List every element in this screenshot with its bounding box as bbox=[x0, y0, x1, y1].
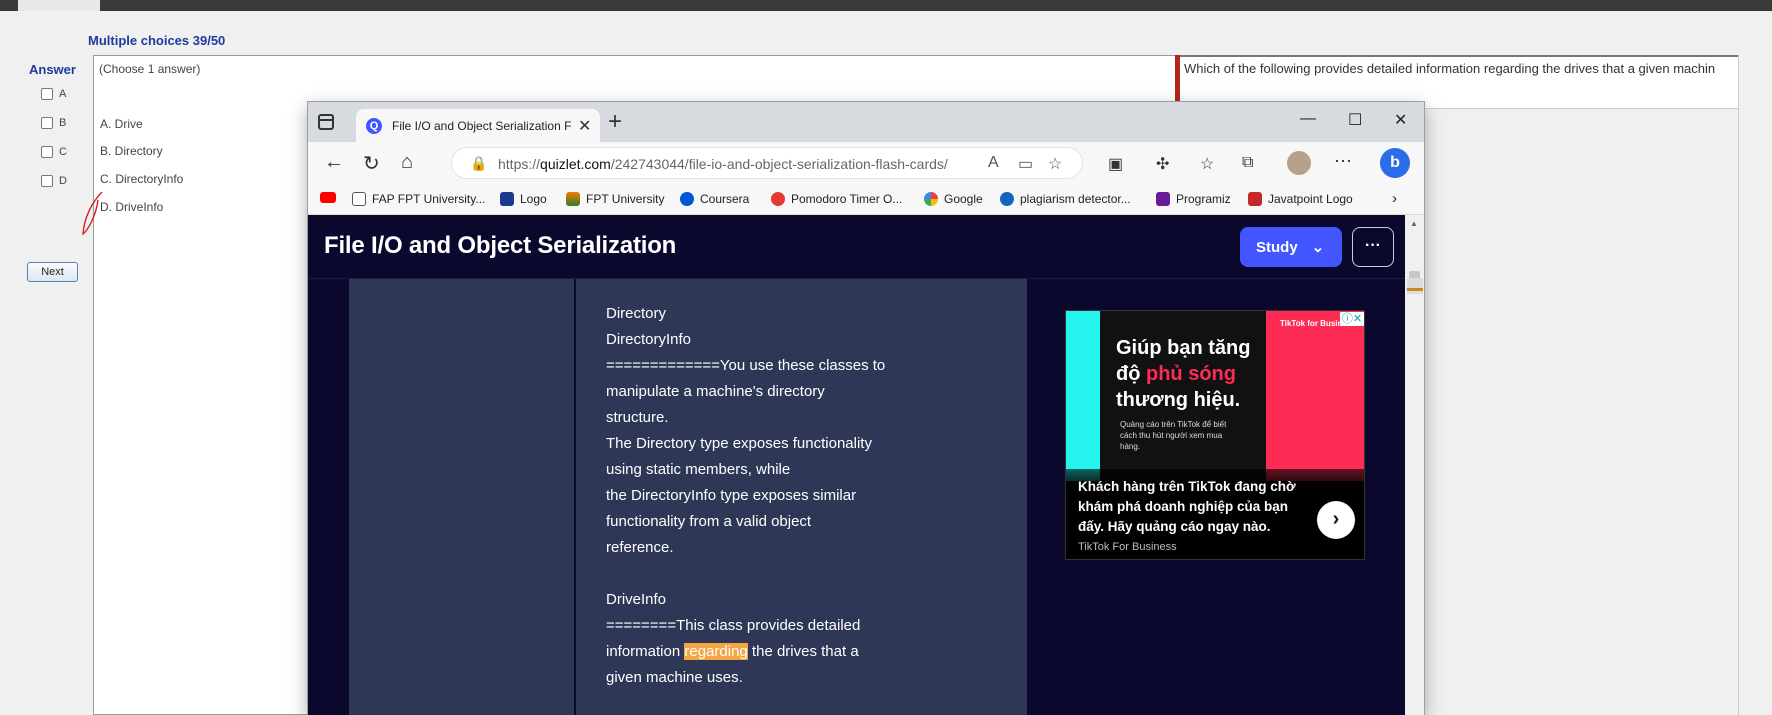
question-text: Which of the following provides detailed… bbox=[1184, 61, 1716, 76]
exam-scroll-thumb[interactable] bbox=[1407, 278, 1423, 294]
set-title: File I/O and Object Serialization bbox=[324, 232, 677, 259]
app-tab[interactable] bbox=[18, 0, 100, 11]
bookmark-javatpoint[interactable]: Javatpoint Logo bbox=[1248, 192, 1353, 206]
home-icon[interactable]: ⌂ bbox=[401, 151, 413, 174]
more-options-icon[interactable]: ⋯ bbox=[1334, 151, 1352, 172]
extension-f-icon[interactable]: ▣ bbox=[1108, 154, 1123, 174]
browser-toolbar: ← ↻ ⌂ 🔒 https://quizlet.com/242743044/fi… bbox=[308, 142, 1424, 184]
ad-subtext: Quảng cáo trên TikTok để biết cách thu h… bbox=[1120, 420, 1227, 451]
pen-annotation-mark bbox=[82, 191, 103, 236]
checkbox-icon[interactable] bbox=[41, 88, 53, 100]
pomodoro-icon bbox=[771, 192, 785, 206]
more-options-button[interactable]: ··· bbox=[1352, 227, 1394, 267]
definition-text: Directory DirectoryInfo =============You… bbox=[606, 305, 886, 686]
bookmarks-overflow-icon[interactable]: › bbox=[1392, 190, 1397, 207]
quizlet-page: File I/O and Object Serialization Study ⌄… bbox=[308, 215, 1424, 715]
url-text[interactable]: https://quizlet.com/242743044/file-io-an… bbox=[498, 156, 948, 172]
extensions-icon[interactable]: ✣ bbox=[1156, 154, 1169, 174]
bookmark-logo[interactable]: Logo bbox=[500, 192, 547, 206]
programiz-icon bbox=[1156, 192, 1170, 206]
question-panel: Which of the following provides detailed… bbox=[1180, 55, 1738, 109]
browser-tab[interactable]: Q File I/O and Object Serialization F ✕ bbox=[356, 109, 600, 142]
refresh-icon[interactable]: ↻ bbox=[363, 151, 380, 176]
minimize-icon[interactable]: — bbox=[1300, 110, 1316, 128]
checkbox-icon[interactable] bbox=[41, 117, 53, 129]
favorite-star-icon[interactable]: ☆ bbox=[1048, 154, 1062, 174]
reader-view-icon[interactable]: ▭ bbox=[1018, 154, 1033, 174]
next-button[interactable]: Next bbox=[27, 262, 78, 282]
checkbox-icon[interactable] bbox=[41, 175, 53, 187]
chevron-down-icon: ⌄ bbox=[1311, 239, 1325, 256]
favorites-icon[interactable]: ☆ bbox=[1200, 154, 1214, 174]
youtube-icon[interactable] bbox=[320, 192, 336, 203]
ad-caption: Khách hàng trên TikTok đang chờ khám phá… bbox=[1078, 479, 1296, 534]
bookmark-google[interactable]: Google bbox=[924, 192, 983, 206]
new-tab-icon[interactable]: + bbox=[608, 108, 622, 136]
checkbox-icon[interactable] bbox=[41, 146, 53, 158]
search-highlight: regarding bbox=[684, 643, 748, 660]
google-icon bbox=[924, 192, 938, 206]
option-c: C. DirectoryInfo bbox=[100, 172, 184, 186]
close-window-icon[interactable]: ✕ bbox=[1394, 110, 1407, 130]
profile-avatar[interactable] bbox=[1287, 151, 1311, 175]
answer-checkbox-c[interactable]: C bbox=[41, 146, 67, 158]
logo-icon bbox=[500, 192, 514, 206]
study-button[interactable]: Study ⌄ bbox=[1240, 227, 1342, 267]
bookmark-programiz[interactable]: Programiz bbox=[1156, 192, 1231, 206]
bookmark-fap[interactable]: FAP FPT University... bbox=[352, 192, 485, 206]
coursera-icon bbox=[680, 192, 694, 206]
close-tab-icon[interactable]: ✕ bbox=[578, 116, 591, 136]
ad-brand: TikTok For Business bbox=[1078, 541, 1177, 553]
bookmark-coursera[interactable]: Coursera bbox=[680, 192, 749, 206]
os-top-bar bbox=[0, 0, 1772, 11]
bookmark-fpt[interactable]: FPT University bbox=[566, 192, 664, 206]
tab-title: File I/O and Object Serialization F bbox=[392, 119, 572, 133]
term-column bbox=[349, 279, 574, 715]
answer-checkbox-b[interactable]: B bbox=[41, 117, 66, 129]
copilot-icon[interactable]: b bbox=[1380, 148, 1410, 178]
address-bar[interactable]: 🔒 https://quizlet.com/242743044/file-io-… bbox=[451, 147, 1083, 179]
ad-close-icon[interactable]: ⓘ✕ bbox=[1340, 312, 1364, 326]
ad-decor-pink bbox=[1266, 311, 1364, 481]
read-aloud-icon[interactable]: A bbox=[988, 154, 999, 172]
option-b: B. Directory bbox=[100, 144, 163, 158]
back-icon[interactable]: ← bbox=[324, 151, 344, 174]
tab-actions-icon[interactable] bbox=[318, 114, 334, 130]
collections-icon[interactable]: ⧉ bbox=[1242, 154, 1253, 172]
choose-hint: (Choose 1 answer) bbox=[99, 62, 201, 76]
answer-checkbox-a[interactable]: A bbox=[41, 88, 66, 100]
maximize-icon[interactable]: ☐ bbox=[1348, 110, 1362, 130]
fpt-icon bbox=[566, 192, 580, 206]
definition-column: Directory DirectoryInfo =============You… bbox=[576, 279, 1027, 715]
tiktok-ad-banner[interactable]: TikTok for Business ⓘ✕ Giúp bạn tăng độ … bbox=[1065, 310, 1365, 560]
bookmark-pomodoro[interactable]: Pomodoro Timer O... bbox=[771, 192, 902, 206]
option-a: A. Drive bbox=[100, 117, 143, 131]
lock-icon[interactable]: 🔒 bbox=[470, 155, 487, 172]
browser-window: Q File I/O and Object Serialization F ✕ … bbox=[308, 102, 1424, 715]
javatpoint-icon bbox=[1248, 192, 1262, 206]
answer-checkbox-d[interactable]: D bbox=[41, 175, 67, 187]
option-d: D. DriveInfo bbox=[100, 200, 164, 214]
ad-caption-area: Khách hàng trên TikTok đang chờ khám phá… bbox=[1066, 469, 1364, 559]
page-icon bbox=[352, 192, 366, 206]
ad-next-arrow-icon[interactable]: › bbox=[1317, 501, 1355, 539]
quizlet-favicon-icon: Q bbox=[366, 118, 382, 134]
exam-scrollbar[interactable] bbox=[1738, 55, 1772, 715]
bookmark-plagiarism[interactable]: plagiarism detector... bbox=[1000, 192, 1131, 206]
ad-headline: Giúp bạn tăng độ phủ sóng thương hiệu. bbox=[1116, 337, 1251, 411]
bookmarks-bar: FAP FPT University... Logo FPT Universit… bbox=[308, 184, 1424, 215]
quizlet-header: File I/O and Object Serialization Study ⌄… bbox=[308, 215, 1405, 279]
answer-label: Answer bbox=[29, 62, 76, 77]
ad-decor-cyan bbox=[1066, 311, 1100, 481]
browser-titlebar: Q File I/O and Object Serialization F ✕ … bbox=[308, 102, 1424, 142]
exam-scroll-marker bbox=[1407, 288, 1423, 291]
scroll-up-icon[interactable]: ▲ bbox=[1410, 219, 1418, 228]
plagiarism-icon bbox=[1000, 192, 1014, 206]
exam-progress-title: Multiple choices 39/50 bbox=[88, 33, 226, 48]
